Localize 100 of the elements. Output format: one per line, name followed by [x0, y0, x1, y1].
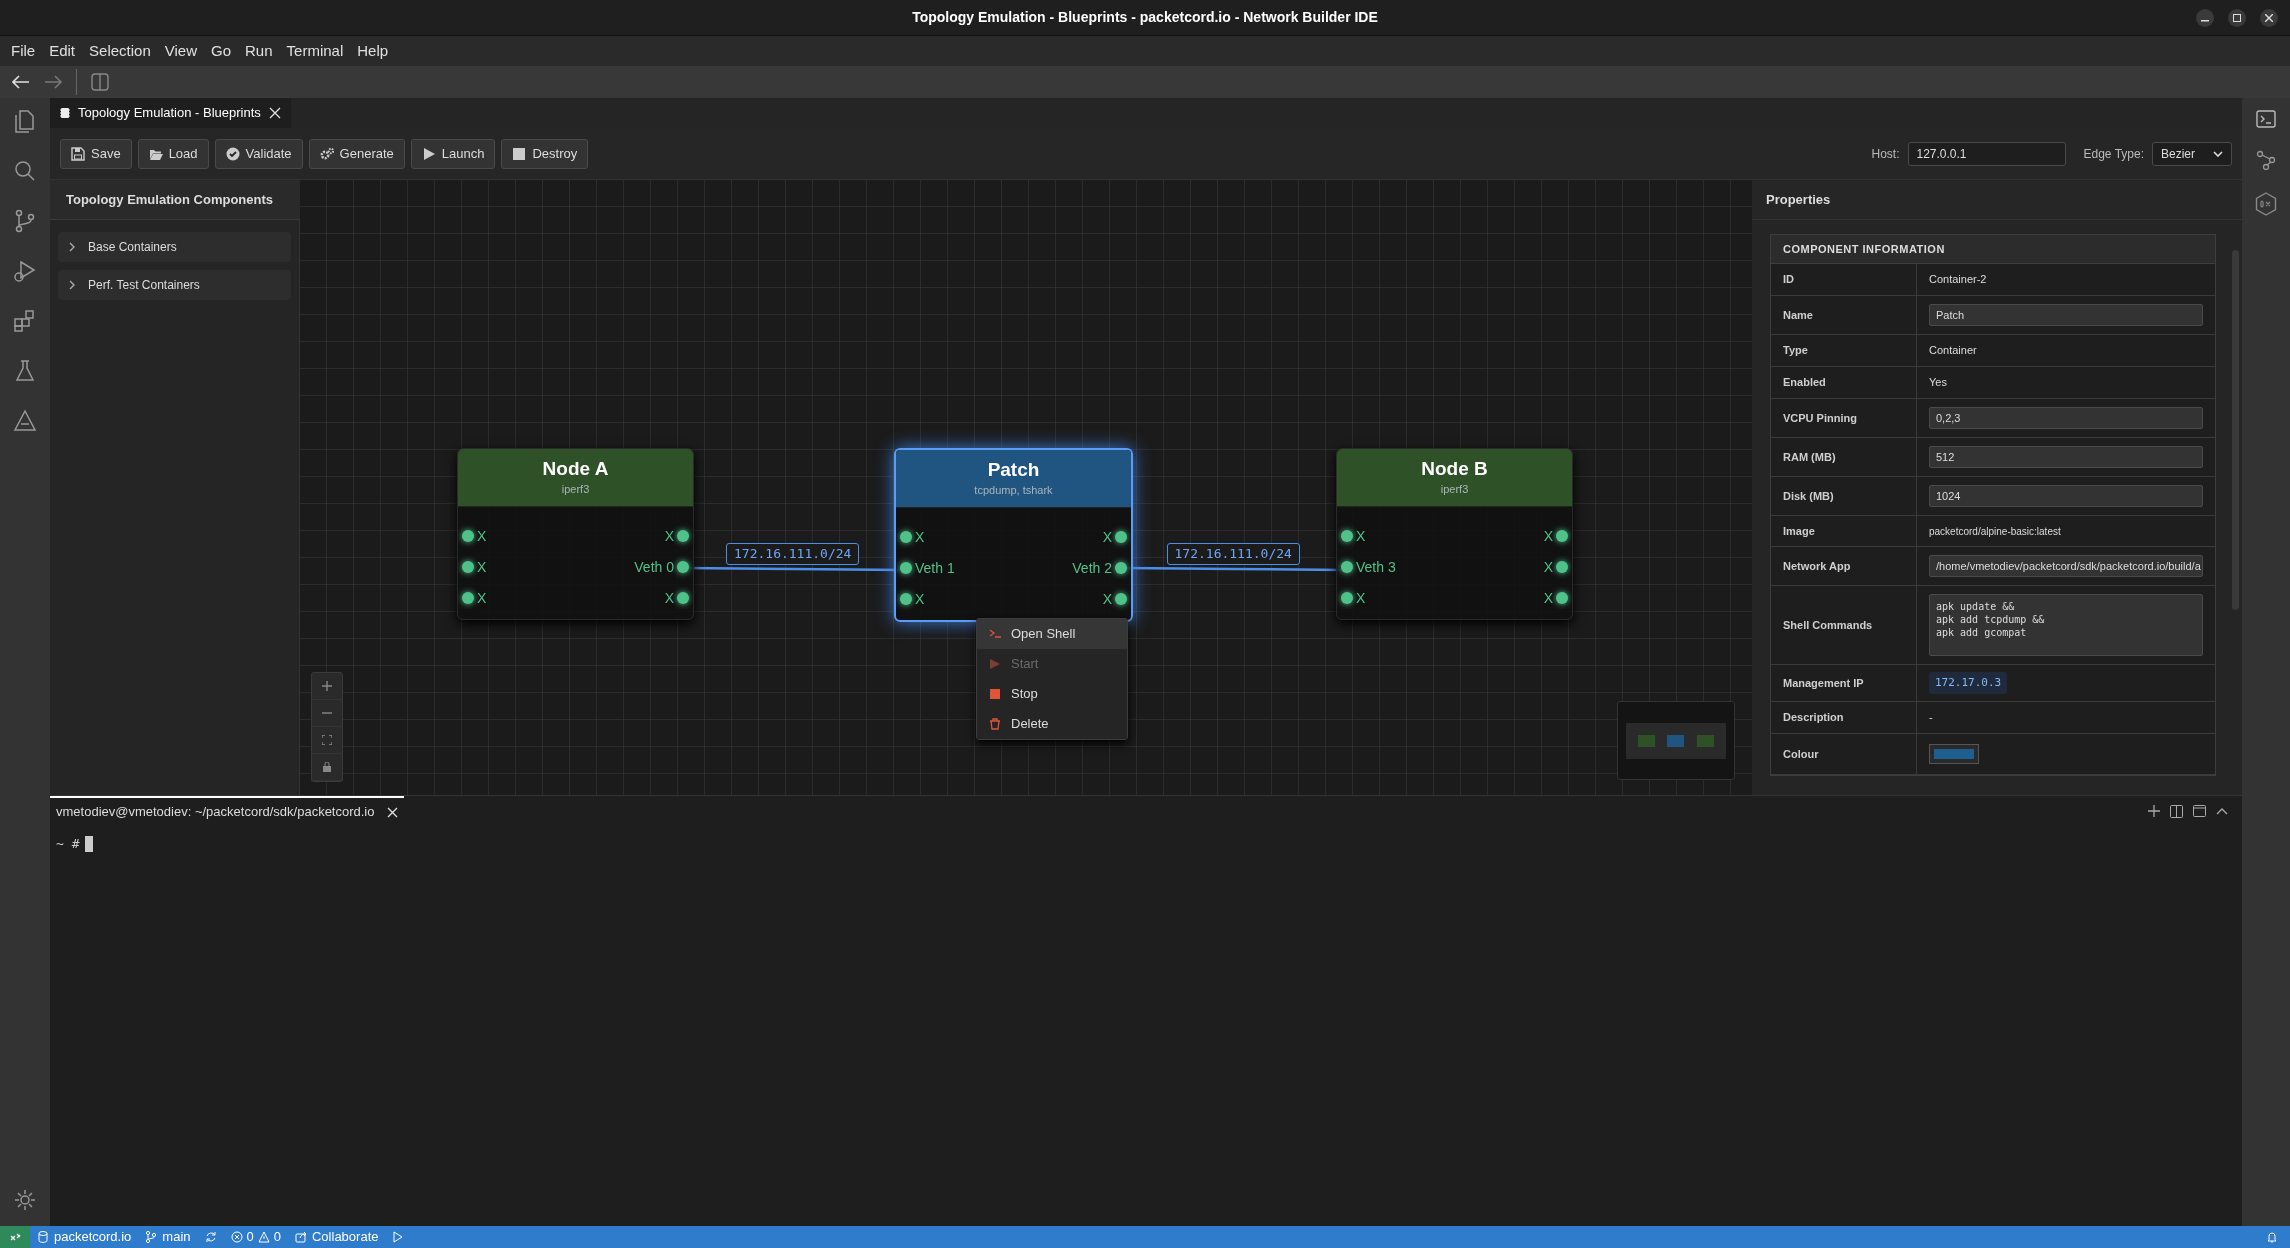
save-button[interactable]: Save: [60, 138, 132, 169]
port-label: Veth 0: [634, 557, 674, 577]
window-title: Topology Emulation - Blueprints - packetcord.io - Network Builder IDE: [912, 8, 1378, 27]
property-label: Colour: [1771, 734, 1917, 774]
workspace-item[interactable]: packetcord.io: [30, 1227, 139, 1247]
destroy-button[interactable]: Destroy: [501, 138, 589, 169]
run-debug-icon[interactable]: [12, 258, 38, 284]
menu-item[interactable]: View: [157, 37, 204, 65]
menu-item[interactable]: Terminal: [279, 37, 351, 65]
port-label: X: [1102, 589, 1112, 609]
property-label: Image: [1771, 516, 1917, 546]
chevron-down-icon: [2213, 150, 2223, 157]
port-label: X: [1543, 526, 1553, 546]
property-label: Enabled: [1771, 367, 1917, 398]
zoom-in-icon[interactable]: [322, 681, 332, 691]
menu-item[interactable]: Open Shell: [977, 619, 1127, 649]
warning-icon: [257, 1231, 270, 1243]
lock-icon[interactable]: [322, 762, 332, 772]
launch-button[interactable]: Launch: [410, 138, 496, 169]
menu-item[interactable]: Edit: [42, 37, 83, 65]
edge-label: 172.16.111.0/24: [1166, 543, 1300, 565]
sync-icon[interactable]: [204, 1231, 217, 1243]
menu-item[interactable]: Run: [238, 37, 280, 65]
port-label: Veth 1: [915, 558, 955, 578]
port-label: X: [477, 588, 487, 608]
node-subtitle: tcpdump, tshark: [974, 483, 1053, 499]
triangle-icon[interactable]: [12, 408, 38, 434]
property-field[interactable]: 1024: [1929, 485, 2203, 507]
chevron-up-icon[interactable]: [2216, 806, 2228, 816]
section-title: COMPONENT INFORMATION: [1771, 235, 2215, 264]
play-icon: [421, 146, 436, 161]
play-icon[interactable]: [392, 1231, 405, 1243]
remote-button[interactable]: [0, 1226, 30, 1248]
bell-icon[interactable]: [2266, 1231, 2278, 1243]
host-field[interactable]: 127.0.0.1: [1907, 141, 2066, 166]
split-panel-icon[interactable]: [91, 73, 109, 91]
shell-commands-field[interactable]: apk update && apk add tcpdump && apk add gcompat: [1929, 594, 2203, 656]
back-icon[interactable]: [12, 75, 30, 89]
property-field[interactable]: 512: [1929, 446, 2203, 468]
menu-item[interactable]: Go: [204, 37, 238, 65]
diagram-icon[interactable]: [2256, 150, 2276, 170]
branch-item[interactable]: main: [138, 1227, 198, 1247]
port-label: X: [915, 527, 925, 547]
node-card[interactable]: Node B iperf3 X X Veth 3 X X X: [1336, 448, 1573, 620]
node-card[interactable]: Node A iperf3 X X X Veth 0 X X: [457, 448, 694, 620]
menu-item[interactable]: Help: [350, 37, 396, 65]
port-label: X: [1356, 588, 1366, 608]
ip-address: 172.17.0.3: [1929, 671, 2008, 695]
terminal-cursor: [85, 835, 94, 852]
component-group[interactable]: Perf. Test Containers: [58, 270, 291, 300]
property-label: Name: [1771, 296, 1917, 334]
property-field[interactable]: Patch: [1929, 304, 2203, 326]
node-title: Patch: [987, 458, 1040, 483]
property-label: ID: [1771, 264, 1917, 295]
property-field[interactable]: /home/vmetodiev/packetcord/sdk/packetcord.io/build/a: [1929, 555, 2203, 577]
split-icon[interactable]: [2170, 804, 2183, 818]
collaborate-item[interactable]: Collaborate: [288, 1227, 386, 1247]
add-icon[interactable]: [2148, 805, 2160, 817]
close-icon[interactable]: [268, 107, 281, 119]
generate-button[interactable]: Generate: [308, 138, 405, 169]
terminal-tab[interactable]: vmetodiev@vmetodiev: ~/packetcord/sdk/packetcord.io: [50, 796, 404, 826]
property-label: Disk (MB): [1771, 477, 1917, 515]
panel-title: Topology Emulation Components: [50, 180, 300, 220]
node-card[interactable]: Patch tcpdump, tshark X X Veth 1 Veth 2 X X: [894, 448, 1133, 622]
floppy-icon: [71, 146, 85, 161]
property-field[interactable]: 0,2,3: [1929, 407, 2203, 429]
database-icon: [37, 1231, 49, 1243]
maximize-icon[interactable]: [2228, 8, 2246, 27]
maximize-icon[interactable]: [2193, 805, 2206, 817]
menu-item[interactable]: Selection: [82, 37, 158, 65]
edge-type-dropdown[interactable]: Bezier: [2152, 141, 2232, 166]
port-label: X: [477, 526, 487, 546]
share-icon: [295, 1231, 307, 1243]
menu-item[interactable]: Stop: [977, 679, 1127, 709]
port-label: Veth 2: [1072, 558, 1112, 578]
close-icon[interactable]: [386, 806, 398, 818]
remote-icon: [9, 1232, 21, 1242]
fit-view-icon[interactable]: [322, 735, 332, 745]
menu-item[interactable]: Delete: [977, 709, 1127, 739]
hexagon-icon[interactable]: [2255, 192, 2277, 216]
port-label: X: [477, 557, 487, 577]
property-label: Management IP: [1771, 665, 1917, 701]
forward-icon[interactable]: [44, 75, 62, 89]
validate-button[interactable]: Validate: [214, 138, 303, 169]
problems-item[interactable]: 0 0: [223, 1227, 288, 1247]
terminal-icon[interactable]: [2256, 110, 2276, 128]
menu-item[interactable]: File: [4, 37, 43, 65]
settings-icon[interactable]: [13, 1188, 37, 1212]
node-title: Node B: [1421, 457, 1488, 482]
property-value: Container-2: [1929, 272, 1987, 288]
close-icon[interactable]: [2260, 8, 2278, 27]
minimize-icon[interactable]: [2196, 8, 2214, 27]
error-icon: [230, 1231, 243, 1243]
node-title: Node A: [542, 457, 609, 482]
port-label: X: [915, 589, 925, 609]
port-label: X: [1102, 527, 1112, 547]
property-value: packetcord/alpine-basic:latest: [1929, 524, 2061, 539]
component-group[interactable]: Base Containers: [58, 232, 291, 262]
editor-tab[interactable]: Topology Emulation - Blueprints: [50, 98, 291, 128]
load-button[interactable]: Load: [137, 138, 209, 169]
